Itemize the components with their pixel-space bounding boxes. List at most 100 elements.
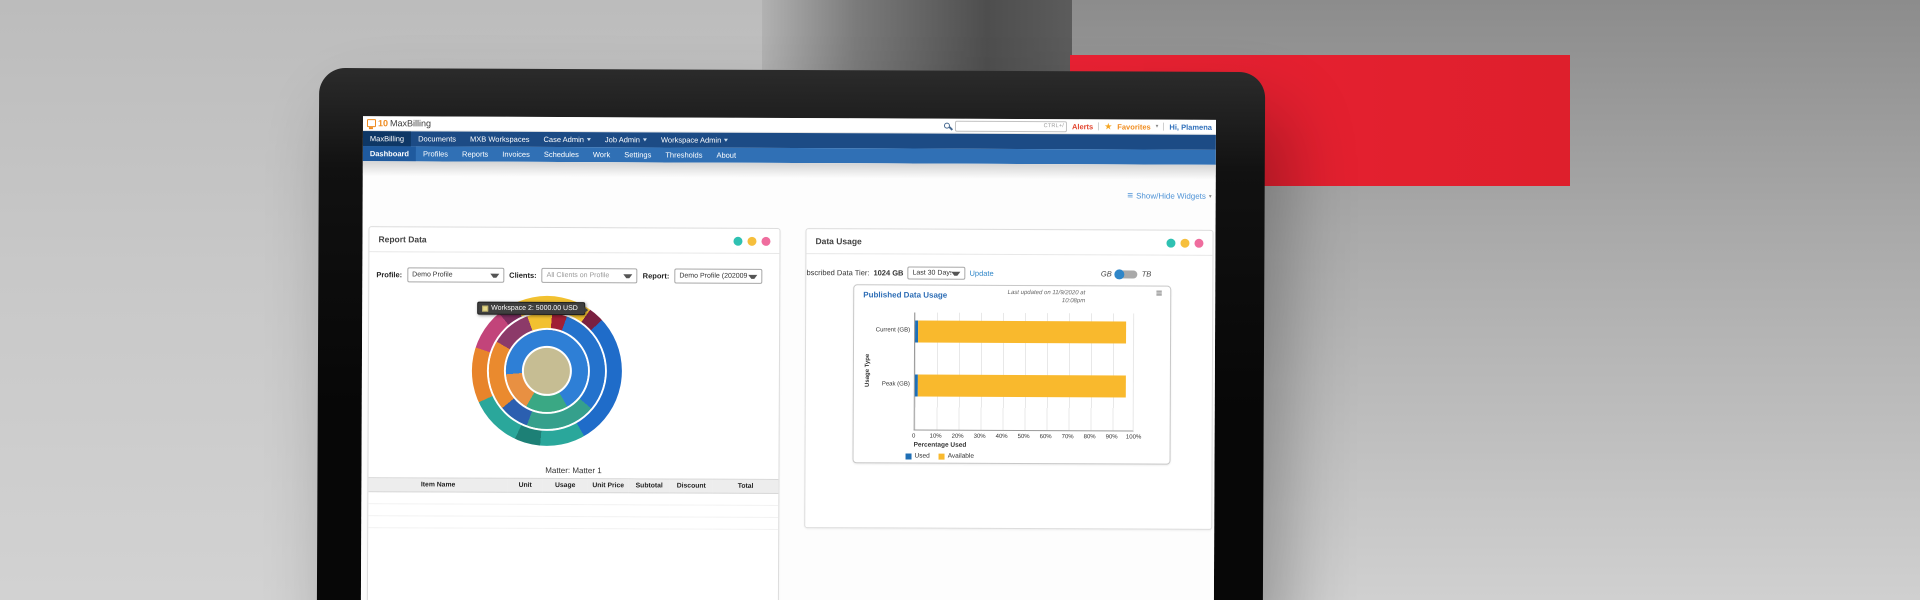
col-usage: Usage [542, 478, 588, 493]
report-data-header: Report Data [369, 227, 780, 254]
toggle-knob [1114, 268, 1125, 279]
y-category-peak: Peak (GB) [881, 381, 910, 388]
chevron-down-icon [642, 138, 647, 142]
widget-control-dot[interactable] [761, 236, 771, 246]
separator [1163, 122, 1165, 131]
usage-controls: Subscribed Data Tier: 1024 GB Last 30 Da… [804, 254, 1212, 281]
sub-nav-dashboard[interactable]: Dashboard [362, 146, 417, 162]
bar-segment-available [918, 320, 1127, 344]
hamburger-icon: ≡ [1127, 189, 1134, 201]
main-nav-documents[interactable]: Documents [411, 131, 463, 146]
unit-toggle-group: GB TB [1101, 268, 1152, 279]
sub-nav-work[interactable]: Work [586, 147, 617, 162]
widget-controls [733, 236, 771, 246]
update-link[interactable]: Update [969, 269, 993, 278]
separator [1098, 122, 1100, 131]
x-axis-title: Percentage Used [913, 441, 967, 449]
alerts-link[interactable]: Alerts [1072, 122, 1093, 131]
show-hide-widgets-button[interactable]: ≡ Show/Hide Widgets ▾ [1127, 189, 1212, 201]
chevron-down-icon [724, 138, 729, 142]
chart-last-updated: Last updated on 11/9/2020 at 10:08pm [1007, 289, 1086, 305]
legend-used: Used [905, 453, 930, 460]
scene: 10 MaxBilling CTRL+/ Alerts ★ Favorites … [0, 0, 1920, 600]
chevron-down-icon [490, 273, 500, 278]
report-label: Report: [642, 271, 670, 281]
search-shortcut-hint: CTRL+/ [1043, 122, 1064, 129]
report-select[interactable]: Demo Profile (202009 [674, 268, 763, 284]
y-axis-title: Usage Type [864, 353, 871, 387]
brand-name[interactable]: MaxBilling [390, 118, 431, 128]
widget-control-dot[interactable] [1194, 238, 1204, 248]
widget-control-dot[interactable] [747, 236, 757, 246]
matter-title: Matter: Matter 1 [545, 465, 602, 476]
date-range-select[interactable]: Last 30 Days [907, 266, 966, 280]
widget-controls [1166, 238, 1204, 248]
col-unit-price: Unit Price [587, 478, 629, 493]
bar-current [915, 320, 1133, 344]
sunburst-center [523, 347, 571, 395]
col-unit: Unit [507, 478, 543, 493]
sub-nav-invoices[interactable]: Invoices [495, 147, 537, 162]
bar-segment-available [918, 374, 1127, 398]
maxbilling-logo-icon [366, 119, 377, 128]
widget-control-dot[interactable] [1180, 238, 1190, 248]
tier-label: Subscribed Data Tier: [804, 268, 870, 278]
chevron-down-icon [951, 271, 961, 276]
chevron-down-icon[interactable]: ▾ [1156, 124, 1159, 130]
clients-label: Clients: [509, 270, 537, 280]
legend-swatch-used [905, 453, 912, 460]
report-data-widget: Report Data Profile: Demo Profile Client… [366, 226, 781, 600]
gb-tb-toggle[interactable] [1114, 268, 1138, 279]
show-hide-widgets-label: Show/Hide Widgets [1136, 191, 1206, 201]
col-total: Total [712, 479, 779, 494]
search-icon[interactable] [943, 122, 950, 129]
sub-nav-profiles[interactable]: Profiles [416, 146, 455, 161]
tb-label: TB [1141, 269, 1152, 279]
legend-available: Available [938, 453, 974, 460]
report-filters: Profile: Demo Profile Clients: All Clien… [369, 252, 779, 284]
main-nav-case-admin[interactable]: Case Admin [536, 132, 598, 147]
plot-area [913, 312, 1135, 432]
data-usage-widget: Data Usage Subscribed Data Tier: 1024 GB… [804, 228, 1214, 530]
chart-tooltip: Workspace 2: 5000.00 USD [477, 301, 588, 316]
chevron-down-icon: ▾ [1208, 193, 1212, 200]
sub-nav-about[interactable]: About [709, 148, 743, 163]
col-item-name: Item Name [368, 477, 508, 493]
col-discount: Discount [669, 478, 713, 494]
main-nav-workspace-admin[interactable]: Workspace Admin [654, 132, 735, 147]
table-row [368, 515, 779, 530]
profile-select[interactable]: Demo Profile [407, 267, 505, 283]
sub-nav-settings[interactable]: Settings [617, 147, 658, 162]
main-nav-mxb-workspaces[interactable]: MXB Workspaces [463, 132, 537, 147]
screen: 10 MaxBilling CTRL+/ Alerts ★ Favorites … [360, 116, 1217, 600]
tooltip-text: Workspace 2: 5000.00 USD [491, 304, 578, 313]
sub-nav-reports[interactable]: Reports [455, 147, 495, 162]
data-usage-header: Data Usage [806, 229, 1213, 256]
widget-control-dot[interactable] [733, 236, 743, 246]
x-axis-ticks: 0 10% 20% 30% 40% 50% 60% 70% 80% 90% 10… [911, 433, 1142, 441]
chevron-down-icon [748, 274, 758, 279]
favorites-link[interactable]: Favorites [1117, 122, 1150, 131]
utility-bar-right: CTRL+/ Alerts ★ Favorites ▾ Hi, Plamena [943, 120, 1212, 132]
chart-menu-icon[interactable]: ≡ [1156, 288, 1162, 300]
logo-number[interactable]: 10 [378, 118, 388, 128]
report-items-table: Item Name Unit Usage Unit Price Subtotal… [368, 477, 779, 530]
star-icon[interactable]: ★ [1104, 121, 1112, 131]
chevron-down-icon [623, 273, 633, 278]
widget-control-dot[interactable] [1166, 238, 1176, 248]
user-greeting[interactable]: Hi, Plamena [1169, 122, 1212, 131]
chart-legend: Used Available [905, 453, 974, 460]
main-nav-job-admin[interactable]: Job Admin [598, 132, 654, 147]
main-nav-maxbilling[interactable]: MaxBilling [362, 131, 412, 147]
tooltip-arrow [583, 307, 588, 314]
widget-title: Report Data [378, 234, 427, 245]
widget-title: Data Usage [815, 236, 862, 247]
sub-nav-schedules[interactable]: Schedules [537, 147, 586, 162]
sub-nav-thresholds[interactable]: Thresholds [658, 147, 709, 162]
clients-select[interactable]: All Clients on Profile [541, 267, 638, 284]
dashboard-page: ≡ Show/Hide Widgets ▾ Report Data Profil… [360, 161, 1216, 600]
y-category-current: Current (GB) [875, 327, 911, 334]
sunburst-chart[interactable] [471, 295, 623, 447]
monitor-bezel: 10 MaxBilling CTRL+/ Alerts ★ Favorites … [316, 67, 1266, 600]
search-box: CTRL+/ [954, 120, 1068, 132]
